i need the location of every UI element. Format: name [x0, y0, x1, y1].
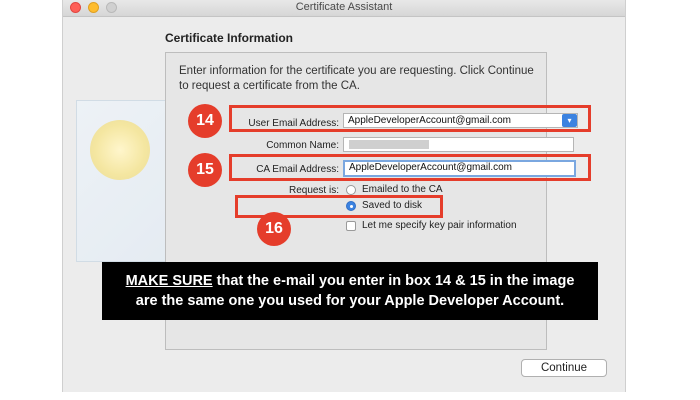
redacted-name [349, 140, 429, 149]
annotation-box-14 [229, 105, 591, 132]
warning-banner: MAKE SURE that the e-mail you enter in b… [102, 262, 598, 320]
banner-emphasis: MAKE SURE [125, 273, 213, 289]
common-name-field[interactable] [343, 137, 574, 152]
window-title: Certificate Assistant [295, 1, 393, 13]
checkbox-key-pair[interactable] [346, 221, 356, 231]
annotation-badge-16: 16 [257, 212, 291, 246]
annotation-badge-15: 15 [188, 153, 222, 187]
radio-emailed-to-ca[interactable] [346, 185, 356, 195]
continue-button[interactable]: Continue [521, 359, 607, 377]
annotation-box-15 [229, 154, 591, 181]
intro-text: Enter information for the certificate yo… [179, 65, 534, 92]
common-name-label: Common Name: [266, 140, 339, 151]
banner-line2: are the same one you used for your Apple… [135, 293, 565, 309]
option-keypair-label: Let me specify key pair information [362, 220, 517, 231]
certificate-seal-icon [90, 120, 150, 180]
option-emailed-label: Emailed to the CA [362, 184, 443, 195]
section-title: Certificate Information [165, 31, 294, 45]
title-bar: Certificate Assistant [63, 0, 625, 17]
banner-line1: that the e-mail you enter in box 14 & 15… [212, 273, 575, 289]
annotation-badge-14: 14 [188, 104, 222, 138]
